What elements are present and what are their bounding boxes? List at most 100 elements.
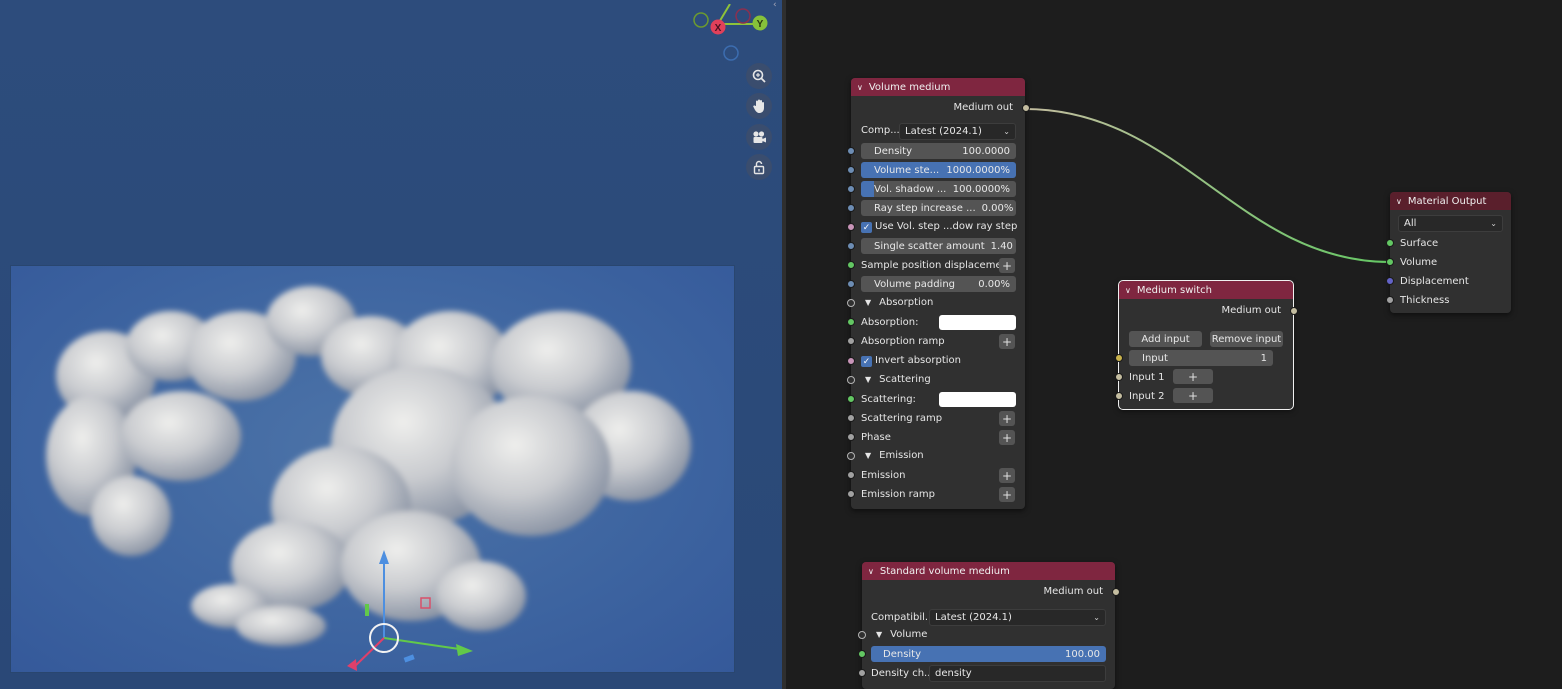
zoom-icon[interactable] <box>746 63 772 89</box>
pan-hand-icon[interactable] <box>746 93 772 119</box>
density-label: Density <box>874 145 913 157</box>
collapse-arrow-icon[interactable]: ‹ <box>773 0 781 10</box>
ray-step-label: Ray step increase ... <box>874 202 976 214</box>
input-index-socket[interactable] <box>1115 354 1123 362</box>
ray-step-socket[interactable] <box>847 204 855 212</box>
input-index-label: Input <box>1142 352 1168 364</box>
volume-step-socket[interactable] <box>847 166 855 174</box>
gizmo-neg-y-circle <box>693 12 709 28</box>
scattering-ramp-add-button[interactable]: + <box>999 411 1015 426</box>
ray-step-field[interactable]: Ray step increase ... 0.00% <box>861 200 1016 216</box>
input-index-field[interactable]: Input 1 <box>1129 350 1273 366</box>
medium-out-socket[interactable] <box>1290 307 1298 315</box>
emission-section-header[interactable]: ▼ Emission <box>865 450 924 461</box>
node-title: Material Output <box>1407 195 1487 207</box>
navigation-gizmo[interactable]: X Y <box>688 4 776 64</box>
target-dropdown[interactable]: All ⌄ <box>1398 215 1503 232</box>
collapse-chevron-icon[interactable]: ∨ <box>857 83 863 92</box>
displacement-socket[interactable] <box>1386 277 1394 285</box>
material-output-node[interactable]: ∨ Material Output All ⌄ Surface Volume D… <box>1386 192 1511 313</box>
emission-section-socket[interactable] <box>847 452 855 460</box>
surface-socket[interactable] <box>1386 239 1394 247</box>
absorption-section-label: Absorption <box>879 297 934 308</box>
vol-shadow-field[interactable]: Vol. shadow ... 100.0000% <box>861 181 1016 197</box>
input-2-label: Input 2 <box>1129 391 1165 402</box>
density-channel-value: density <box>935 668 972 679</box>
node-header[interactable]: ∨ Standard volume medium <box>862 562 1115 580</box>
input-2-add-button[interactable]: + <box>1173 388 1213 403</box>
gizmo-neg-z-circle <box>723 45 739 61</box>
vol-shadow-socket[interactable] <box>847 185 855 193</box>
volume-section-header[interactable]: ▼ Volume <box>876 629 927 640</box>
emission-ramp-add-button[interactable]: + <box>999 487 1015 502</box>
input-2-socket[interactable] <box>1115 392 1123 400</box>
invert-absorption-socket[interactable] <box>847 357 855 365</box>
medium-out-socket[interactable] <box>1112 588 1120 596</box>
use-vol-step-socket[interactable] <box>847 223 855 231</box>
scattering-ramp-socket[interactable] <box>847 414 855 422</box>
phase-add-button[interactable]: + <box>999 430 1015 445</box>
scattering-socket[interactable] <box>847 395 855 403</box>
node-header[interactable]: ∨ Medium switch <box>1119 281 1293 299</box>
3d-viewport[interactable]: X Y ‹ <box>0 0 782 689</box>
volume-padding-socket[interactable] <box>847 280 855 288</box>
volume-step-field[interactable]: Volume ste... 1000.0000% <box>861 162 1016 178</box>
absorption-socket[interactable] <box>847 318 855 326</box>
standard-volume-medium-node[interactable]: ∨ Standard volume medium Medium out Comp… <box>858 562 1120 689</box>
density-channel-socket[interactable] <box>858 669 866 677</box>
scattering-section-socket[interactable] <box>847 376 855 384</box>
add-input-button[interactable]: Add input <box>1129 331 1202 347</box>
emission-add-button[interactable]: + <box>999 468 1015 483</box>
absorption-color-swatch[interactable] <box>939 315 1016 330</box>
invert-absorption-label: Invert absorption <box>875 355 961 366</box>
density-channel-input[interactable]: density <box>929 665 1106 682</box>
collapse-chevron-icon[interactable]: ∨ <box>1396 197 1402 206</box>
scattering-color-swatch[interactable] <box>939 392 1016 407</box>
thickness-socket[interactable] <box>1386 296 1394 304</box>
compat-dropdown[interactable]: Latest (2024.1) ⌄ <box>929 609 1106 626</box>
single-scatter-field[interactable]: Single scatter amount 1.40 <box>861 238 1016 254</box>
node-header[interactable]: ∨ Material Output <box>1390 192 1511 210</box>
volume-medium-node[interactable]: ∨ Volume medium Medium out Comp... Lates… <box>847 78 1030 509</box>
compat-value: Latest (2024.1) <box>935 612 1012 623</box>
density-field[interactable]: Density 100.00 <box>871 646 1106 662</box>
absorption-ramp-socket[interactable] <box>847 337 855 345</box>
single-scatter-label: Single scatter amount <box>874 240 985 252</box>
single-scatter-socket[interactable] <box>847 242 855 250</box>
scattering-section-header[interactable]: ▼ Scattering <box>865 374 931 385</box>
input-1-socket[interactable] <box>1115 373 1123 381</box>
sample-position-add-button[interactable]: + <box>999 258 1015 273</box>
vol-shadow-value: 100.0000% <box>952 183 1010 195</box>
density-field[interactable]: Density 100.0000 <box>861 143 1016 159</box>
cloud-image <box>46 286 691 671</box>
use-vol-step-checkbox[interactable]: ✓ <box>861 222 872 233</box>
expand-triangle-icon: ▼ <box>865 375 872 384</box>
medium-out-socket[interactable] <box>1022 104 1030 112</box>
input-1-add-button[interactable]: + <box>1173 369 1213 384</box>
compat-dropdown[interactable]: Latest (2024.1) ⌄ <box>899 123 1016 140</box>
compat-value: Latest (2024.1) <box>905 126 982 137</box>
sample-position-socket[interactable] <box>847 261 855 269</box>
medium-switch-node[interactable]: ∨ Medium switch Medium out Add input Rem… <box>1115 280 1298 410</box>
volume-section-socket[interactable] <box>858 631 866 639</box>
emission-ramp-socket[interactable] <box>847 490 855 498</box>
density-socket[interactable] <box>847 147 855 155</box>
volume-socket[interactable] <box>1386 258 1394 266</box>
node-title: Volume medium <box>868 81 951 93</box>
remove-input-button[interactable]: Remove input <box>1210 331 1283 347</box>
invert-absorption-checkbox[interactable]: ✓ <box>861 356 872 367</box>
collapse-chevron-icon[interactable]: ∨ <box>868 567 874 576</box>
input-1-label: Input 1 <box>1129 372 1165 383</box>
node-title: Standard volume medium <box>879 565 1010 577</box>
camera-icon[interactable] <box>746 124 772 150</box>
absorption-section-socket[interactable] <box>847 299 855 307</box>
density-socket[interactable] <box>858 650 866 658</box>
absorption-section-header[interactable]: ▼ Absorption <box>865 297 933 308</box>
absorption-ramp-add-button[interactable]: + <box>999 334 1015 349</box>
phase-socket[interactable] <box>847 433 855 441</box>
collapse-chevron-icon[interactable]: ∨ <box>1125 286 1131 295</box>
lock-icon[interactable] <box>746 154 772 180</box>
volume-padding-field[interactable]: Volume padding 0.00% <box>861 276 1016 292</box>
emission-socket[interactable] <box>847 471 855 479</box>
node-header[interactable]: ∨ Volume medium <box>851 78 1025 96</box>
